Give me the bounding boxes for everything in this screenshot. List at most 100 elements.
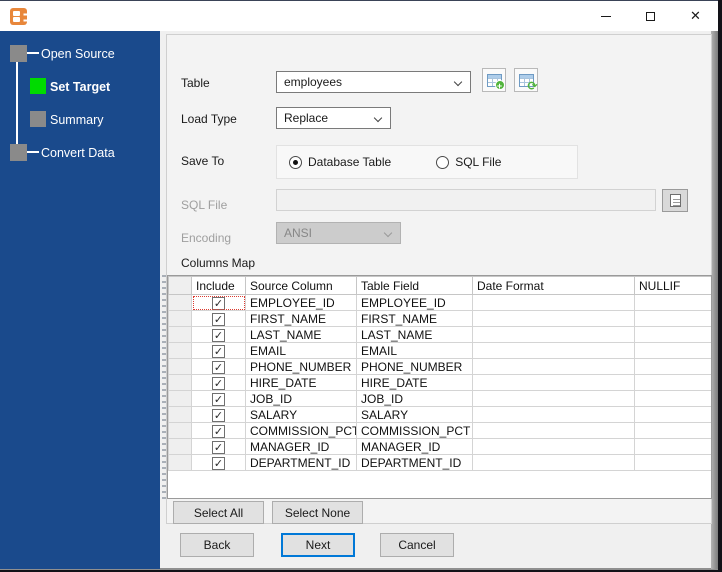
table-field-cell[interactable]: SALARY [356, 406, 473, 423]
add-table-button[interactable]: + [482, 68, 506, 92]
checkbox-icon[interactable]: ✓ [212, 344, 225, 358]
source-column-cell[interactable]: EMAIL [245, 342, 357, 359]
source-column-cell[interactable]: PHONE_NUMBER [245, 358, 357, 375]
encoding-select[interactable]: ANSI [276, 222, 401, 244]
select-all-button[interactable]: Select All [173, 501, 264, 524]
close-button[interactable]: ✕ [673, 1, 718, 31]
grid-row-selector[interactable] [168, 342, 192, 359]
nullif-cell[interactable] [634, 310, 711, 327]
include-cell[interactable]: ✓ [191, 438, 246, 455]
table-field-cell[interactable]: DEPARTMENT_ID [356, 454, 473, 471]
checkbox-icon[interactable]: ✓ [212, 328, 225, 342]
include-cell[interactable]: ✓ [191, 406, 246, 423]
source-column-cell[interactable]: JOB_ID [245, 390, 357, 407]
grid-row-selector[interactable] [168, 326, 192, 343]
date-format-cell[interactable] [472, 438, 635, 455]
checkbox-icon[interactable]: ✓ [212, 392, 225, 406]
include-cell[interactable]: ✓ [191, 390, 246, 407]
grid-row-selector[interactable] [168, 390, 192, 407]
table-field-cell[interactable]: FIRST_NAME [356, 310, 473, 327]
table-field-cell[interactable]: HIRE_DATE [356, 374, 473, 391]
date-format-cell[interactable] [472, 422, 635, 439]
table-field-cell[interactable]: LAST_NAME [356, 326, 473, 343]
grid-header-source-column[interactable]: Source Column [245, 276, 357, 295]
include-cell[interactable]: ✓ [191, 422, 246, 439]
grid-row-selector[interactable] [168, 374, 192, 391]
source-column-cell[interactable]: COMMISSION_PCT [245, 422, 357, 439]
cancel-button[interactable]: Cancel [380, 533, 454, 557]
nullif-cell[interactable] [634, 374, 711, 391]
include-cell[interactable]: ✓ [191, 454, 246, 471]
table-field-cell[interactable]: JOB_ID [356, 390, 473, 407]
maximize-button[interactable] [628, 1, 673, 31]
checkbox-icon[interactable]: ✓ [212, 360, 225, 374]
grid-header-nullif[interactable]: NULLIF [634, 276, 711, 295]
nullif-cell[interactable] [634, 390, 711, 407]
date-format-cell[interactable] [472, 406, 635, 423]
grid-row-selector[interactable] [168, 406, 192, 423]
nullif-cell[interactable] [634, 406, 711, 423]
table-select[interactable]: employees [276, 71, 471, 93]
minimize-button[interactable] [583, 1, 628, 31]
table-field-cell[interactable]: COMMISSION_PCT [356, 422, 473, 439]
date-format-cell[interactable] [472, 374, 635, 391]
date-format-cell[interactable] [472, 454, 635, 471]
grid-header-table-field[interactable]: Table Field [356, 276, 473, 295]
load-type-select[interactable]: Replace [276, 107, 391, 129]
nullif-cell[interactable] [634, 326, 711, 343]
sql-file-input[interactable] [276, 189, 656, 211]
include-cell[interactable]: ✓ [191, 342, 246, 359]
table-field-cell[interactable]: PHONE_NUMBER [356, 358, 473, 375]
source-column-cell[interactable]: FIRST_NAME [245, 310, 357, 327]
include-cell[interactable]: ✓ [191, 310, 246, 327]
table-field-cell[interactable]: MANAGER_ID [356, 438, 473, 455]
radio-database-table[interactable]: Database Table [289, 155, 391, 169]
date-format-cell[interactable] [472, 326, 635, 343]
date-format-cell[interactable] [472, 358, 635, 375]
back-button[interactable]: Back [180, 533, 254, 557]
source-column-cell[interactable]: HIRE_DATE [245, 374, 357, 391]
checkbox-icon[interactable]: ✓ [212, 376, 225, 390]
checkbox-icon[interactable]: ✓ [212, 440, 225, 454]
nullif-cell[interactable] [634, 422, 711, 439]
source-column-cell[interactable]: LAST_NAME [245, 326, 357, 343]
grid-row-selector[interactable] [168, 422, 192, 439]
include-cell[interactable]: ✓ [191, 374, 246, 391]
browse-sql-file-button[interactable] [662, 189, 688, 212]
date-format-cell[interactable] [472, 310, 635, 327]
grid-row-selector[interactable] [168, 294, 192, 311]
include-cell[interactable]: ✓ [191, 294, 246, 311]
table-field-cell[interactable]: EMPLOYEE_ID [356, 294, 473, 311]
grid-row-selector[interactable] [168, 310, 192, 327]
nullif-cell[interactable] [634, 358, 711, 375]
splitter-grip[interactable] [162, 275, 166, 499]
next-button[interactable]: Next [281, 533, 355, 557]
source-column-cell[interactable]: DEPARTMENT_ID [245, 454, 357, 471]
include-cell[interactable]: ✓ [191, 326, 246, 343]
date-format-cell[interactable] [472, 390, 635, 407]
select-none-button[interactable]: Select None [272, 501, 363, 524]
nullif-cell[interactable] [634, 454, 711, 471]
checkbox-icon[interactable]: ✓ [212, 408, 225, 422]
checkbox-icon[interactable]: ✓ [212, 424, 225, 438]
nullif-cell[interactable] [634, 294, 711, 311]
grid-row-selector[interactable] [168, 438, 192, 455]
date-format-cell[interactable] [472, 294, 635, 311]
checkbox-icon[interactable]: ✓ [212, 296, 225, 310]
radio-sql-file[interactable]: SQL File [436, 155, 501, 169]
source-column-cell[interactable]: MANAGER_ID [245, 438, 357, 455]
grid-row-selector[interactable] [168, 358, 192, 375]
grid-row-selector[interactable] [168, 454, 192, 471]
include-cell[interactable]: ✓ [191, 358, 246, 375]
refresh-tables-button[interactable]: ⟳ [514, 68, 538, 92]
grid-header-date-format[interactable]: Date Format [472, 276, 635, 295]
grid-header-row-selector[interactable] [168, 276, 192, 295]
nullif-cell[interactable] [634, 342, 711, 359]
grid-header-include[interactable]: Include [191, 276, 246, 295]
nullif-cell[interactable] [634, 438, 711, 455]
source-column-cell[interactable]: SALARY [245, 406, 357, 423]
source-column-cell[interactable]: EMPLOYEE_ID [245, 294, 357, 311]
date-format-cell[interactable] [472, 342, 635, 359]
checkbox-icon[interactable]: ✓ [212, 312, 225, 326]
table-field-cell[interactable]: EMAIL [356, 342, 473, 359]
